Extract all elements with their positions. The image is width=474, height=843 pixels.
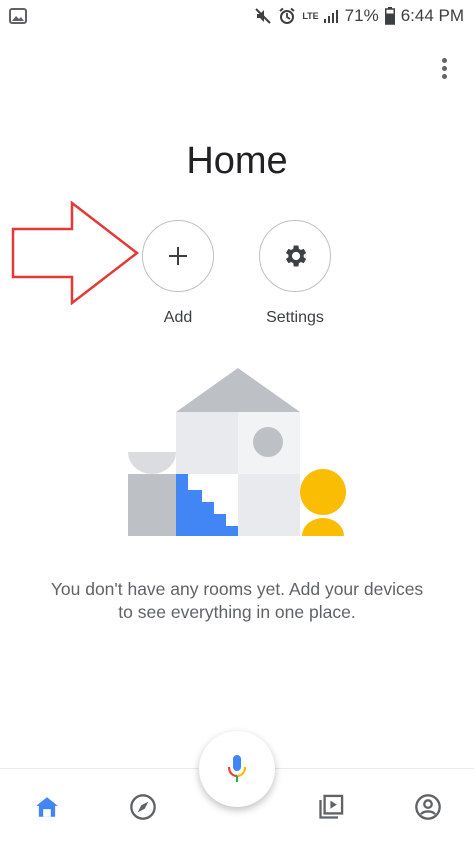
home-icon[interactable] <box>29 791 65 823</box>
settings-label: Settings <box>266 309 324 326</box>
empty-state-line-2: to see everything in one place. <box>118 602 356 622</box>
battery-percent: 71% <box>344 6 379 25</box>
clock-time: 6:44 PM <box>400 6 464 25</box>
plus-icon <box>169 247 187 265</box>
add-button[interactable] <box>142 220 214 292</box>
alarm-icon <box>278 7 296 25</box>
account-icon[interactable] <box>410 791 446 823</box>
status-bar: LTE 71% 6:44 PM <box>0 0 474 34</box>
settings-action[interactable]: Settings <box>258 220 332 327</box>
battery-icon <box>384 7 395 25</box>
add-label: Add <box>163 309 193 326</box>
empty-state-line-1: You don't have any rooms yet. Add your d… <box>50 579 424 599</box>
image-icon <box>9 8 27 29</box>
gear-icon <box>286 245 307 267</box>
signal-icon <box>323 8 339 24</box>
mic-icon <box>227 755 247 782</box>
lte-label: LTE <box>302 10 319 21</box>
empty-home-illustration <box>126 366 348 543</box>
mic-button[interactable] <box>199 731 275 807</box>
annotation-arrow-icon <box>10 200 140 310</box>
page-title: Home <box>186 140 288 182</box>
empty-state-message: You don't have any rooms yet. Add your d… <box>20 578 454 624</box>
media-icon[interactable] <box>313 791 349 823</box>
more-vert-icon[interactable] <box>432 56 456 82</box>
discover-icon[interactable] <box>125 791 161 823</box>
settings-button[interactable] <box>259 220 331 292</box>
add-action[interactable]: Add <box>141 220 215 327</box>
mute-icon <box>254 7 272 25</box>
